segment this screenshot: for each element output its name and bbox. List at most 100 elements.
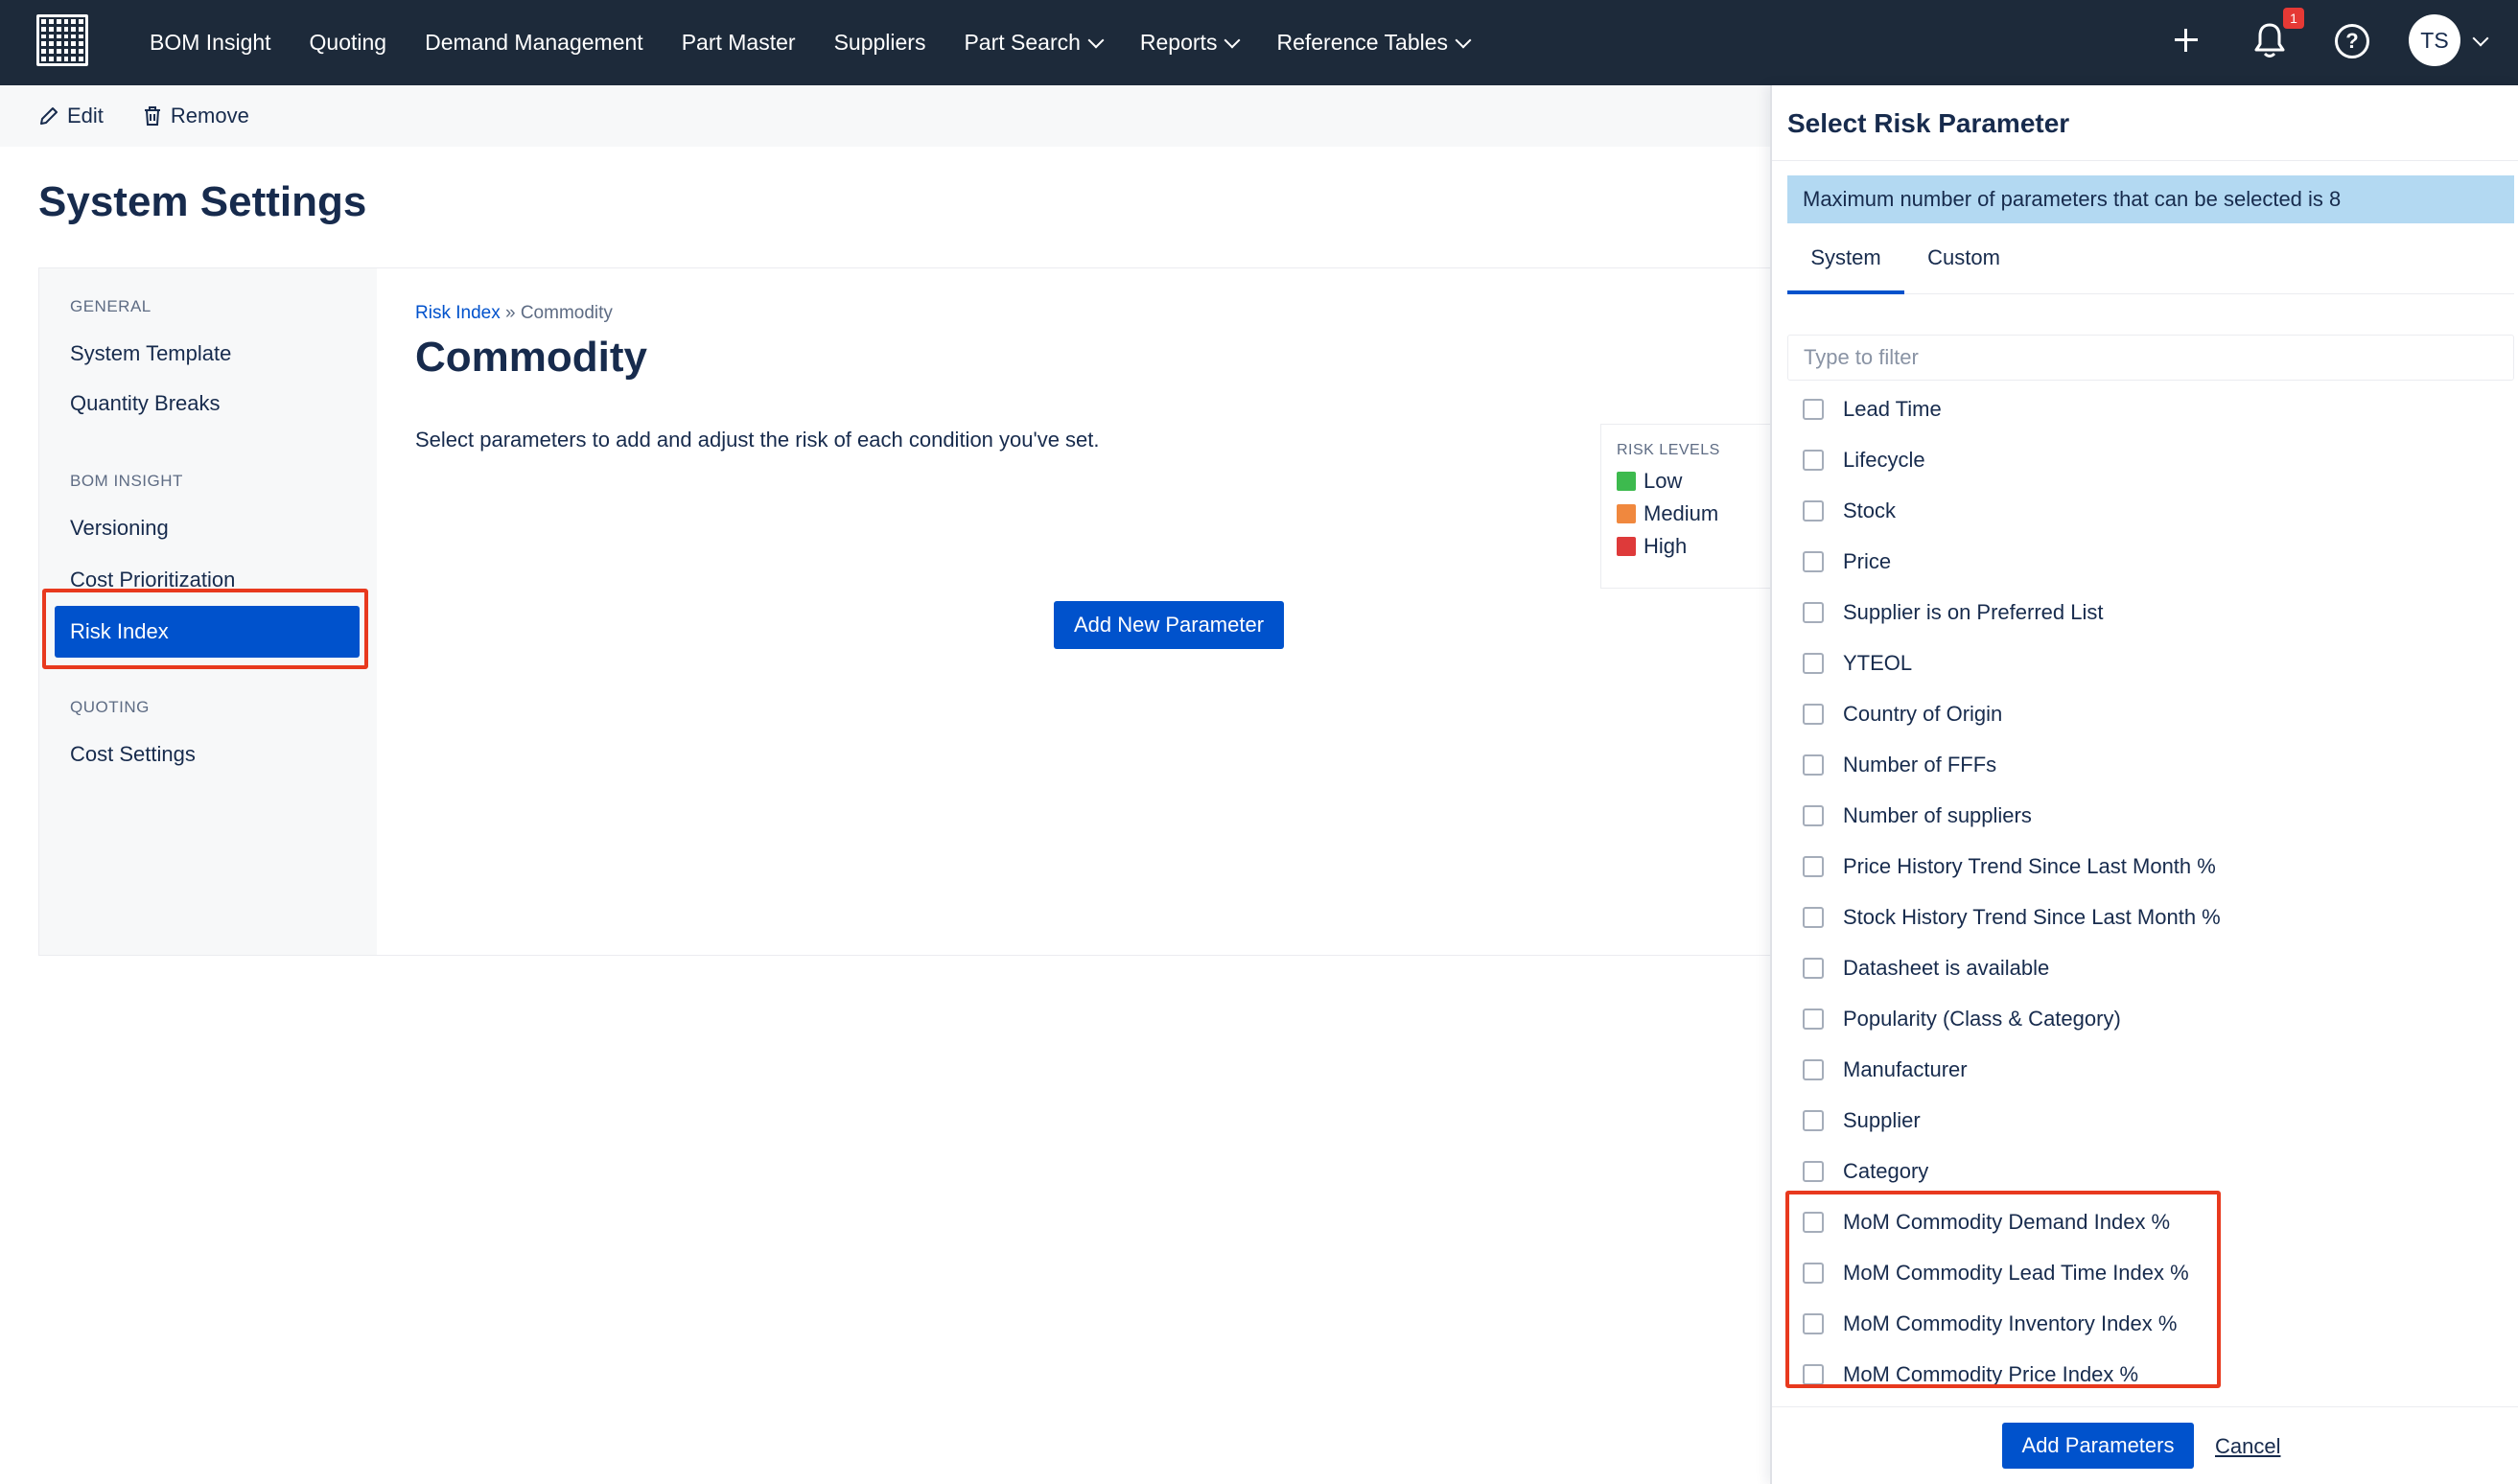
top-nav: BOM Insight Quoting Demand Management Pa… bbox=[0, 0, 2518, 85]
nav-item-reports[interactable]: Reports bbox=[1140, 30, 1241, 56]
param-mom-price-index[interactable]: MoM Commodity Price Index % bbox=[1803, 1356, 2138, 1394]
high-swatch-icon bbox=[1617, 537, 1636, 556]
plus-icon[interactable] bbox=[2173, 27, 2200, 54]
checkbox[interactable] bbox=[1803, 500, 1824, 522]
risk-levels-heading: RISK LEVELS bbox=[1617, 442, 1720, 458]
param-stock-history-trend[interactable]: Stock History Trend Since Last Month % bbox=[1803, 898, 2221, 937]
checkbox[interactable] bbox=[1803, 907, 1824, 928]
checkbox[interactable] bbox=[1803, 1212, 1824, 1233]
page-title: System Settings bbox=[38, 178, 367, 225]
sidebar-heading-quoting: QUOTING bbox=[70, 698, 150, 716]
chevron-down-icon bbox=[1224, 32, 1241, 48]
chevron-down-icon[interactable] bbox=[2472, 30, 2489, 47]
param-yteol[interactable]: YTEOL bbox=[1803, 644, 1912, 683]
checkbox[interactable] bbox=[1803, 1059, 1824, 1080]
section-title: Commodity bbox=[415, 334, 647, 381]
sidebar-item-risk-index[interactable]: Risk Index bbox=[55, 606, 360, 658]
checkbox[interactable] bbox=[1803, 602, 1824, 623]
checkbox[interactable] bbox=[1803, 856, 1824, 877]
add-parameters-button[interactable]: Add Parameters bbox=[2002, 1423, 2194, 1469]
sidebar-item-versioning[interactable]: Versioning bbox=[70, 516, 169, 541]
low-swatch-icon bbox=[1617, 472, 1636, 491]
sidebar-item-cost-prioritization[interactable]: Cost Prioritization bbox=[70, 568, 235, 592]
checkbox[interactable] bbox=[1803, 450, 1824, 471]
pencil-icon bbox=[40, 107, 58, 125]
nav-menu: BOM Insight Quoting Demand Management Pa… bbox=[150, 0, 1507, 85]
info-banner: Maximum number of parameters that can be… bbox=[1787, 175, 2514, 223]
tab-system[interactable]: System bbox=[1787, 239, 1904, 294]
checkbox[interactable] bbox=[1803, 1110, 1824, 1131]
param-datasheet-available[interactable]: Datasheet is available bbox=[1803, 949, 2049, 987]
checkbox[interactable] bbox=[1803, 1263, 1824, 1284]
sidebar-item-system-template[interactable]: System Template bbox=[70, 341, 231, 366]
sidebar-heading-bom-insight: BOM INSIGHT bbox=[70, 472, 183, 490]
app-logo-icon[interactable] bbox=[36, 14, 88, 66]
remove-button[interactable]: Remove bbox=[142, 104, 249, 128]
param-lifecycle[interactable]: Lifecycle bbox=[1803, 441, 1925, 479]
risk-level-low: Low bbox=[1617, 469, 1776, 494]
breadcrumb-link-risk-index[interactable]: Risk Index bbox=[415, 303, 501, 323]
filter-input[interactable] bbox=[1787, 335, 2514, 381]
checkbox[interactable] bbox=[1803, 805, 1824, 826]
checkbox[interactable] bbox=[1803, 754, 1824, 776]
param-lead-time[interactable]: Lead Time bbox=[1803, 390, 1942, 429]
param-mom-inventory-index[interactable]: MoM Commodity Inventory Index % bbox=[1803, 1305, 2177, 1343]
checkbox[interactable] bbox=[1803, 958, 1824, 979]
cancel-link[interactable]: Cancel bbox=[2215, 1434, 2280, 1459]
notification-badge: 1 bbox=[2283, 8, 2304, 29]
panel-divider bbox=[1772, 160, 2518, 161]
param-price-history-trend[interactable]: Price History Trend Since Last Month % bbox=[1803, 847, 2216, 886]
edit-button[interactable]: Edit bbox=[38, 104, 104, 128]
help-icon[interactable]: ? bbox=[2335, 24, 2369, 58]
trash-icon bbox=[144, 106, 160, 126]
sidebar-heading-general: GENERAL bbox=[70, 297, 152, 315]
breadcrumb-current: Commodity bbox=[520, 303, 613, 323]
checkbox[interactable] bbox=[1803, 399, 1824, 420]
checkbox[interactable] bbox=[1803, 653, 1824, 674]
breadcrumb-separator: » bbox=[500, 303, 521, 323]
toolbar: Edit Remove bbox=[0, 85, 1770, 147]
param-mom-demand-index[interactable]: MoM Commodity Demand Index % bbox=[1803, 1203, 2170, 1241]
avatar[interactable]: TS bbox=[2409, 14, 2460, 66]
nav-item-part-master[interactable]: Part Master bbox=[682, 30, 796, 56]
checkbox[interactable] bbox=[1803, 1161, 1824, 1182]
param-supplier-preferred[interactable]: Supplier is on Preferred List bbox=[1803, 593, 2103, 632]
param-supplier[interactable]: Supplier bbox=[1803, 1101, 1921, 1140]
add-new-parameter-button[interactable]: Add New Parameter bbox=[1054, 601, 1284, 649]
param-manufacturer[interactable]: Manufacturer bbox=[1803, 1051, 1968, 1089]
section-description: Select parameters to add and adjust the … bbox=[415, 428, 1100, 452]
nav-item-reference-tables[interactable]: Reference Tables bbox=[1276, 30, 1472, 56]
checkbox[interactable] bbox=[1803, 704, 1824, 725]
param-number-of-fffs[interactable]: Number of FFFs bbox=[1803, 746, 1996, 784]
bell-icon[interactable] bbox=[2253, 21, 2286, 59]
tab-custom[interactable]: Custom bbox=[1912, 239, 2016, 294]
param-popularity[interactable]: Popularity (Class & Category) bbox=[1803, 1000, 2121, 1038]
param-price[interactable]: Price bbox=[1803, 543, 1891, 581]
nav-item-demand-management[interactable]: Demand Management bbox=[425, 30, 643, 56]
panel-tabs: System Custom bbox=[1787, 239, 2514, 294]
param-stock[interactable]: Stock bbox=[1803, 492, 1896, 530]
nav-item-part-search[interactable]: Part Search bbox=[964, 30, 1105, 56]
checkbox[interactable] bbox=[1803, 1364, 1824, 1385]
nav-item-bom-insight[interactable]: BOM Insight bbox=[150, 30, 271, 56]
param-category[interactable]: Category bbox=[1803, 1152, 1928, 1191]
sidebar-item-quantity-breaks[interactable]: Quantity Breaks bbox=[70, 391, 221, 416]
sidebar-item-cost-settings[interactable]: Cost Settings bbox=[70, 742, 196, 767]
panel-footer: Add Parameters Cancel bbox=[1772, 1406, 2518, 1484]
breadcrumb: Risk Index » Commodity bbox=[415, 303, 613, 324]
checkbox[interactable] bbox=[1803, 1009, 1824, 1030]
risk-level-medium: Medium bbox=[1617, 501, 1776, 526]
checkbox[interactable] bbox=[1803, 551, 1824, 572]
checkbox[interactable] bbox=[1803, 1313, 1824, 1334]
medium-swatch-icon bbox=[1617, 504, 1636, 523]
param-number-of-suppliers[interactable]: Number of suppliers bbox=[1803, 797, 2032, 835]
nav-item-suppliers[interactable]: Suppliers bbox=[834, 30, 926, 56]
param-country-of-origin[interactable]: Country of Origin bbox=[1803, 695, 2002, 733]
chevron-down-icon bbox=[1455, 32, 1472, 48]
select-risk-parameter-panel: Select Risk Parameter Maximum number of … bbox=[1770, 85, 2518, 1484]
param-mom-lead-time-index[interactable]: MoM Commodity Lead Time Index % bbox=[1803, 1254, 2189, 1292]
chevron-down-icon bbox=[1087, 32, 1105, 48]
panel-title: Select Risk Parameter bbox=[1787, 108, 2070, 138]
nav-item-quoting[interactable]: Quoting bbox=[310, 30, 387, 56]
main-content: Risk Index » Commodity Commodity Select … bbox=[377, 268, 1792, 955]
